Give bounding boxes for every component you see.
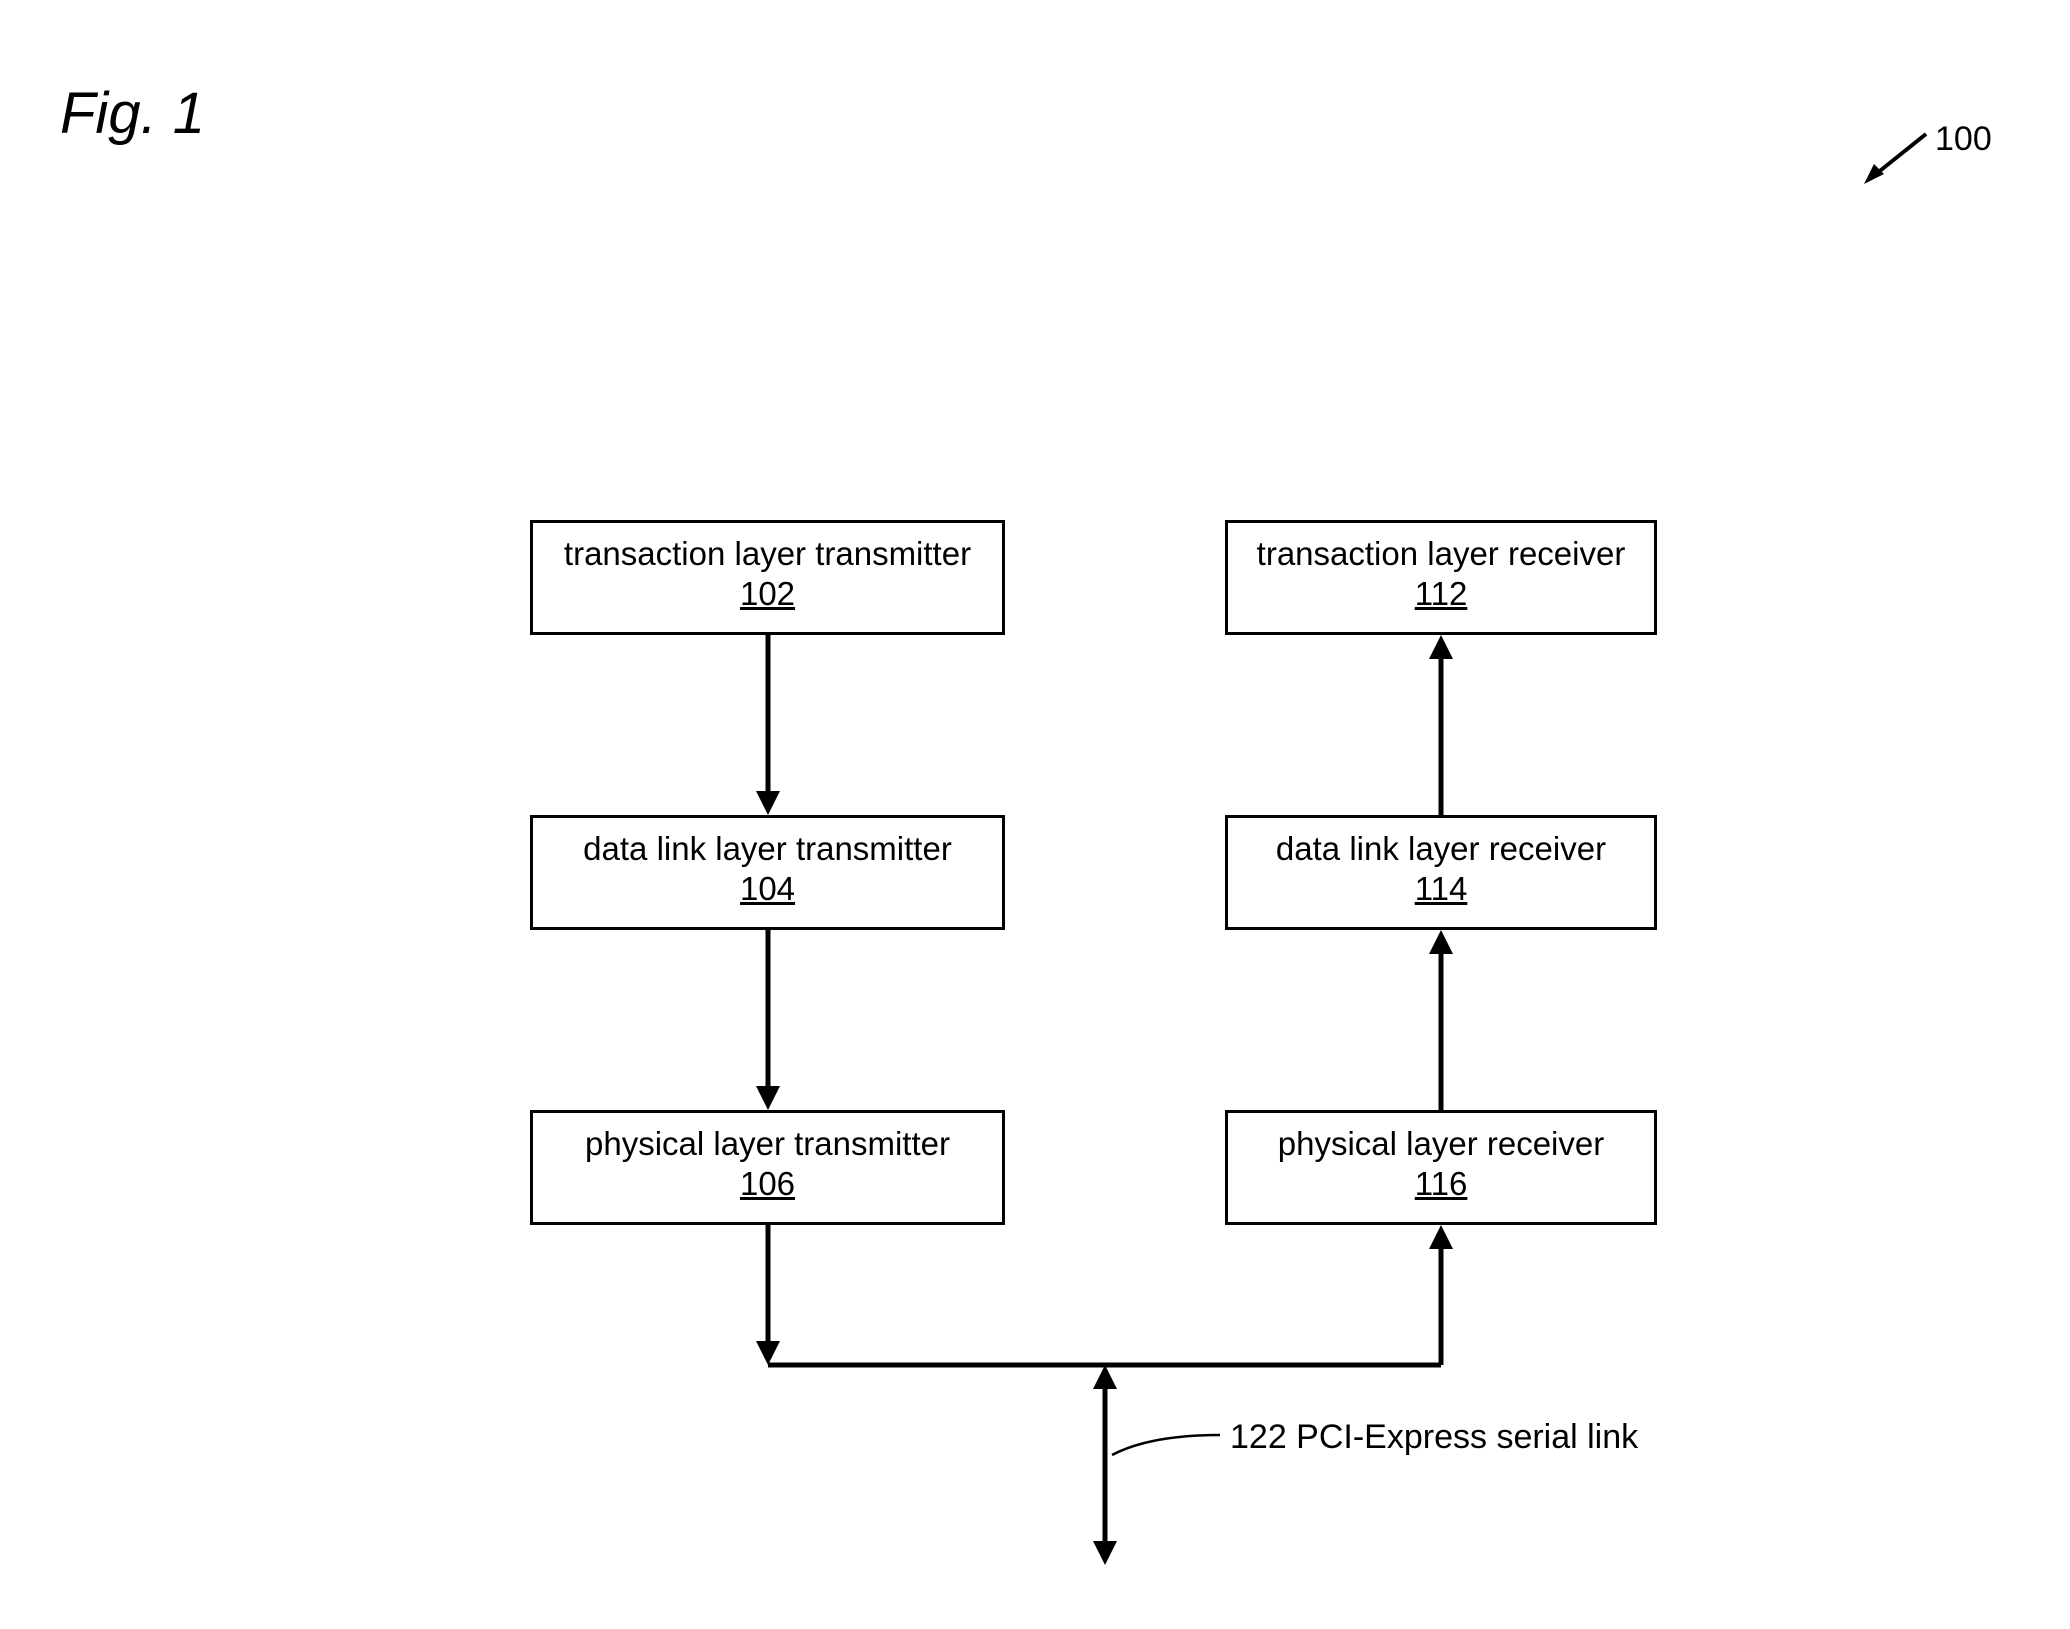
diagram-ref-100: 100	[1860, 120, 1980, 190]
diagram-page: Fig. 1 100 transaction layer transmitter…	[0, 0, 2070, 1629]
box-label: data link layer transmitter	[533, 830, 1002, 868]
box-label: transaction layer receiver	[1228, 535, 1654, 573]
box-transaction-layer-transmitter: transaction layer transmitter 102	[530, 520, 1005, 635]
serial-link-label: 122 PCI-Express serial link	[1230, 1418, 1638, 1457]
box-label: physical layer receiver	[1228, 1125, 1654, 1163]
box-number: 106	[740, 1165, 795, 1203]
box-transaction-layer-receiver: transaction layer receiver 112	[1225, 520, 1657, 635]
box-data-link-layer-transmitter: data link layer transmitter 104	[530, 815, 1005, 930]
box-number: 102	[740, 575, 795, 613]
arrow-down-icon	[750, 635, 786, 815]
arrow-up-icon	[1423, 635, 1459, 815]
arrow-down-icon	[750, 930, 786, 1110]
box-label: physical layer transmitter	[533, 1125, 1002, 1163]
leader-arrow-icon	[1860, 130, 1940, 190]
box-physical-layer-transmitter: physical layer transmitter 106	[530, 1110, 1005, 1225]
box-number: 116	[1415, 1165, 1468, 1203]
diagram-ref-number: 100	[1935, 120, 1992, 159]
box-physical-layer-receiver: physical layer receiver 116	[1225, 1110, 1657, 1225]
box-number: 104	[740, 870, 795, 908]
connector-path-icon	[750, 1225, 1462, 1575]
box-data-link-layer-receiver: data link layer receiver 114	[1225, 815, 1657, 930]
box-number: 114	[1415, 870, 1468, 908]
figure-title: Fig. 1	[60, 80, 205, 147]
box-label: data link layer receiver	[1228, 830, 1654, 868]
box-number: 112	[1415, 575, 1468, 613]
arrow-up-icon	[1423, 930, 1459, 1110]
box-label: transaction layer transmitter	[533, 535, 1002, 573]
